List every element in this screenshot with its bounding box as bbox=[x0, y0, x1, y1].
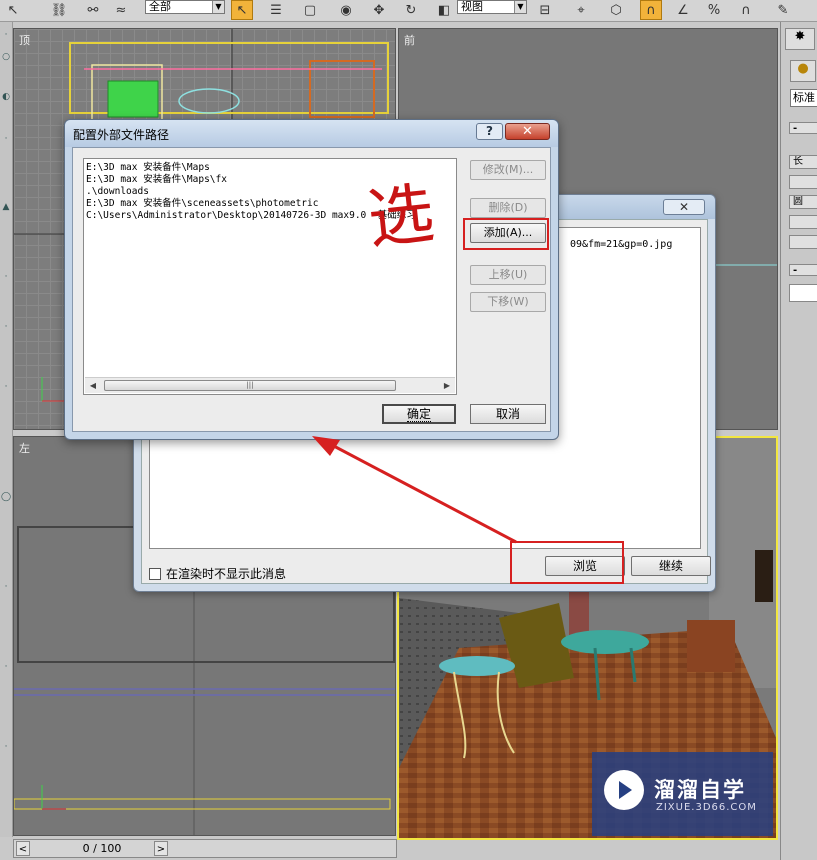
window-crossing-icon[interactable]: ◉ bbox=[335, 0, 357, 20]
configure-external-paths-dialog: 配置外部文件路径 ? ✕ E:\3D max 安装备件\Maps E:\3D m… bbox=[64, 119, 559, 440]
object-type-button-4[interactable] bbox=[789, 215, 817, 229]
viewport-label-top: 顶 bbox=[19, 34, 30, 47]
undo-icon[interactable]: ↖ bbox=[2, 0, 24, 20]
strip-tool-icon[interactable]: · bbox=[1, 582, 11, 592]
rollout-collapse-button[interactable]: - bbox=[789, 122, 817, 134]
play-logo-icon bbox=[604, 770, 644, 810]
name-field[interactable] bbox=[789, 284, 817, 302]
strip-tool-icon[interactable]: · bbox=[1, 322, 11, 332]
ok-label: 确定 bbox=[406, 407, 431, 422]
strip-tool-icon[interactable]: · bbox=[1, 662, 11, 672]
selection-filter-dropdown[interactable]: 全部 ▼ bbox=[145, 0, 225, 14]
help-button[interactable]: ? bbox=[476, 123, 503, 140]
rollout-collapse-button[interactable]: - bbox=[789, 264, 817, 276]
viewport-label-front: 前 bbox=[404, 34, 415, 47]
strip-tool-icon[interactable]: ▲ bbox=[1, 202, 11, 212]
missing-file-row[interactable]: 09&fm=21&gp=0.jpg bbox=[570, 239, 672, 250]
chevron-down-icon: ▼ bbox=[514, 1, 526, 13]
scroll-right-icon[interactable]: ▶ bbox=[441, 380, 453, 392]
strip-tool-icon[interactable]: ◐ bbox=[1, 92, 11, 102]
keyboard-shortcut-icon[interactable]: ⬡ bbox=[605, 0, 627, 20]
reference-coord-value: 视图 bbox=[461, 0, 483, 13]
object-type-button-3[interactable]: 圆 bbox=[789, 195, 817, 209]
geometry-button[interactable]: ● bbox=[790, 60, 816, 82]
move-up-button[interactable]: 上移(U) bbox=[470, 265, 546, 285]
strip-tool-icon[interactable]: · bbox=[1, 30, 11, 40]
object-type-dropdown[interactable]: 标准 bbox=[790, 89, 817, 107]
watermark-brand: 溜溜自学 bbox=[654, 778, 746, 802]
rotate-icon[interactable]: ↻ bbox=[400, 0, 422, 20]
path-row[interactable]: E:\3D max 安装备件\Maps bbox=[84, 162, 416, 174]
handwritten-annotation: 选 bbox=[364, 174, 438, 259]
dont-show-label: 在渲染时不显示此消息 bbox=[166, 567, 287, 581]
strip-tool-icon[interactable]: ○ bbox=[1, 52, 11, 62]
strip-tool-icon[interactable]: · bbox=[1, 382, 11, 392]
strip-tool-icon[interactable]: · bbox=[1, 272, 11, 282]
dialog-title: 配置外部文件路径 bbox=[73, 128, 170, 142]
strip-tool-icon[interactable]: ◯ bbox=[1, 492, 11, 502]
strip-tool-icon[interactable]: · bbox=[1, 742, 11, 752]
object-type-button-5[interactable] bbox=[789, 235, 817, 249]
unlink-icon[interactable]: ⚯ bbox=[82, 0, 104, 20]
main-toolbar: ↖ ⛓ ⚯ ≈ 全部 ▼ ↖ ☰ ▢ ◉ ✥ ↻ ◧ 视图 ▼ ⊟ ⌖ ⬡ ∩ … bbox=[0, 0, 817, 22]
watermark-url: ZIXUE.3D66.COM bbox=[656, 802, 757, 813]
link-icon[interactable]: ⛓ bbox=[48, 0, 70, 20]
snap-toggle-icon[interactable]: ∩ bbox=[640, 0, 662, 20]
horizontal-scrollbar[interactable]: ◀ ||| ▶ bbox=[85, 377, 455, 393]
percent-snap-icon[interactable]: % bbox=[703, 0, 725, 20]
create-icon: ✸ bbox=[794, 29, 806, 44]
select-by-name-icon[interactable]: ☰ bbox=[265, 0, 287, 20]
dont-show-checkbox-row[interactable]: 在渲染时不显示此消息 bbox=[149, 565, 286, 582]
bind-spacewarp-icon[interactable]: ≈ bbox=[110, 0, 132, 20]
continue-button[interactable]: 继续 bbox=[631, 556, 711, 576]
path-row[interactable]: C:\Users\Administrator\Desktop\20140726-… bbox=[84, 210, 416, 222]
close-button[interactable]: ✕ bbox=[505, 123, 550, 140]
selection-filter-value: 全部 bbox=[149, 0, 171, 13]
add-button-highlight bbox=[463, 218, 549, 250]
create-tab[interactable]: ✸ bbox=[785, 28, 815, 50]
move-icon[interactable]: ✥ bbox=[368, 0, 390, 20]
time-slider[interactable]: < 0 / 100 > bbox=[13, 839, 397, 858]
strip-tool-icon[interactable]: · bbox=[1, 134, 11, 144]
command-panel: ✸ ● 标准 - 长 圆 - bbox=[780, 22, 817, 860]
browse-button-highlight bbox=[510, 541, 624, 584]
dont-show-checkbox[interactable] bbox=[149, 567, 161, 580]
scroll-left-icon[interactable]: ◀ bbox=[87, 380, 99, 392]
left-tool-strip: · ○ ◐ · ▲ · · · ◯ · · · bbox=[0, 22, 13, 837]
config-dialog-body: E:\3D max 安装备件\Maps E:\3D max 安装备件\Maps\… bbox=[72, 147, 551, 432]
select-manipulate-icon[interactable]: ⌖ bbox=[570, 0, 592, 20]
delete-button[interactable]: 删除(D) bbox=[470, 198, 546, 218]
missing-dialog-close-button[interactable]: ✕ bbox=[663, 199, 705, 215]
named-selection-icon[interactable]: ✎ bbox=[772, 0, 794, 20]
pivot-icon[interactable]: ⊟ bbox=[534, 0, 556, 20]
prev-frame-button[interactable]: < bbox=[16, 841, 30, 856]
object-type-button-1[interactable]: 长 bbox=[789, 155, 817, 169]
chevron-down-icon: ▼ bbox=[212, 1, 224, 13]
angle-snap-icon[interactable]: ∠ bbox=[672, 0, 694, 20]
viewport-label-left: 左 bbox=[19, 442, 30, 455]
next-frame-button[interactable]: > bbox=[154, 841, 168, 856]
watermark: 溜溜自学 ZIXUE.3D66.COM bbox=[592, 752, 773, 836]
select-object-icon[interactable]: ↖ bbox=[231, 0, 253, 20]
modify-button[interactable]: 修改(M)... bbox=[470, 160, 546, 180]
ok-button[interactable]: 确定 bbox=[382, 404, 456, 424]
object-type-button-2[interactable] bbox=[789, 175, 817, 189]
rectangle-selection-icon[interactable]: ▢ bbox=[299, 0, 321, 20]
frame-counter: 0 / 100 bbox=[82, 842, 122, 855]
move-down-button[interactable]: 下移(W) bbox=[470, 292, 546, 312]
reference-coord-dropdown[interactable]: 视图 ▼ bbox=[457, 0, 527, 14]
sphere-icon: ● bbox=[797, 61, 809, 76]
spinner-snap-icon[interactable]: ∩ bbox=[735, 0, 757, 20]
cancel-button[interactable]: 取消 bbox=[470, 404, 546, 424]
scale-icon[interactable]: ◧ bbox=[433, 0, 455, 20]
scroll-thumb[interactable]: ||| bbox=[104, 380, 396, 391]
